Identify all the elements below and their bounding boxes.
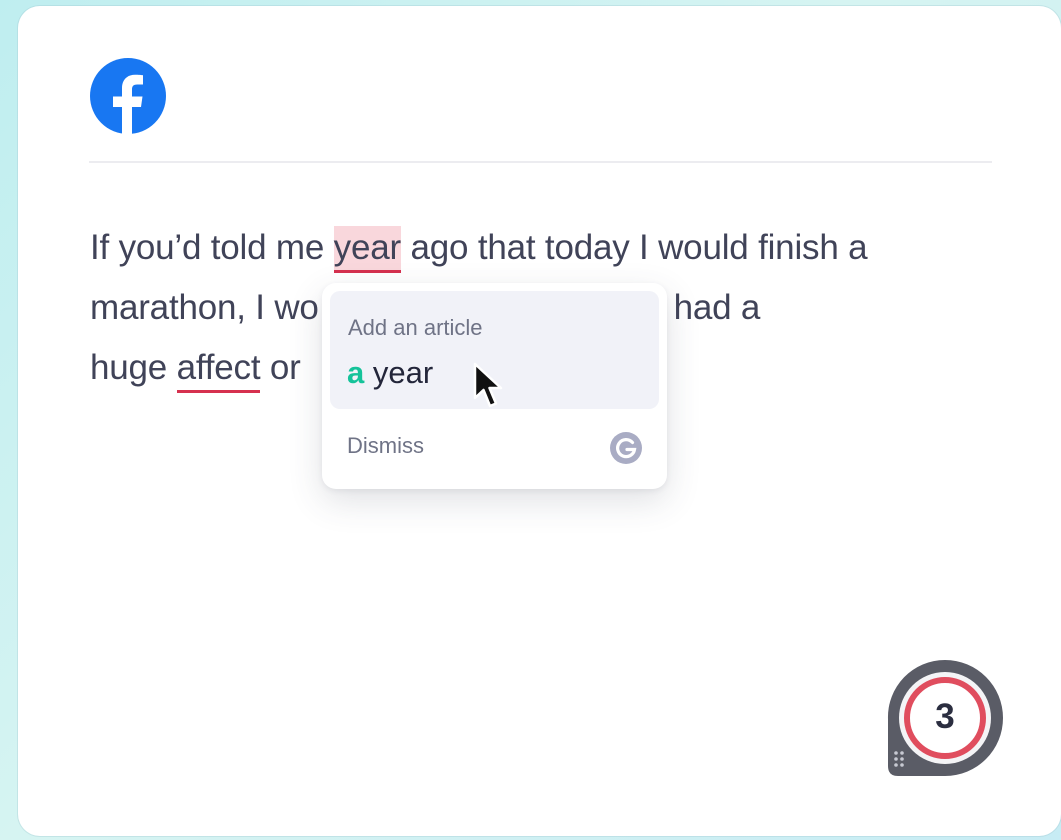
mouse-cursor-icon [473, 362, 503, 408]
text-segment: or [260, 348, 301, 387]
facebook-logo-icon [90, 58, 166, 135]
issue-count: 3 [935, 697, 955, 736]
text-segment: If you’d told me [90, 228, 334, 267]
flagged-word-year[interactable]: year [333, 226, 401, 273]
text-segment: ago that today I would finish a [400, 228, 868, 267]
text-line-1: If you’d told me year ago that today I w… [90, 218, 970, 278]
dismiss-button[interactable]: Dismiss [347, 433, 424, 459]
text-segment: huge [90, 348, 177, 387]
suggestion-replacement[interactable]: a year [347, 355, 433, 391]
header-divider [89, 161, 992, 163]
inserted-article: a [347, 355, 365, 390]
grammarly-g-icon[interactable] [609, 431, 643, 465]
text-segment: marathon, I wo [90, 288, 319, 327]
suggestion-heading: Add an article [348, 315, 483, 340]
suggested-word: year [364, 355, 434, 390]
flagged-word-affect[interactable]: affect [176, 346, 261, 393]
grammarly-widget-button[interactable]: 3 [885, 659, 1005, 777]
